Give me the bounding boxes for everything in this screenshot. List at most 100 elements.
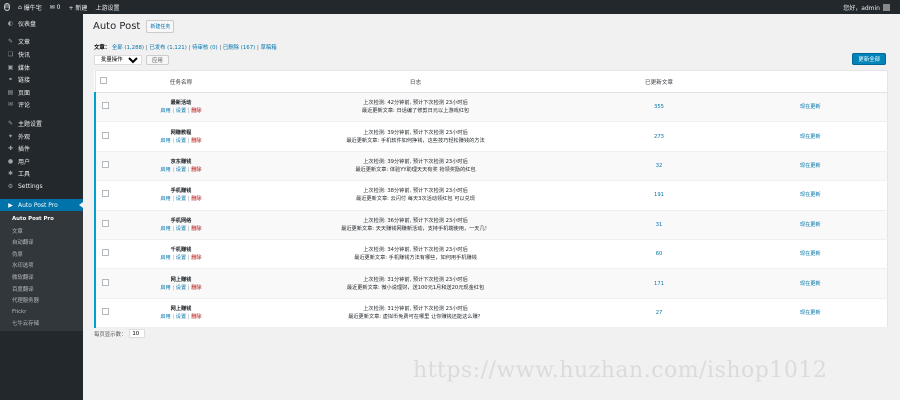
apply-button[interactable]: 应用 [146, 55, 169, 65]
submenu-item[interactable]: Auto Post Pro [0, 213, 83, 225]
update-all-button[interactable]: 更新全部 [852, 53, 886, 65]
submenu-item[interactable]: 文章 [0, 225, 83, 237]
menu-item-media[interactable]: ▣ 媒体 [0, 61, 83, 74]
menu-item-tools[interactable]: ✱ 工具 [0, 168, 83, 181]
row-checkbox[interactable] [102, 278, 109, 286]
post-count[interactable]: 273 [654, 134, 664, 140]
submenu-item[interactable]: 水印选项 [0, 260, 83, 272]
new-content-link[interactable]: + 新建 [65, 0, 92, 14]
submenu-item[interactable]: Flickr [0, 306, 83, 318]
delete-link[interactable]: 删除 [191, 255, 201, 261]
row-checkbox[interactable] [102, 219, 109, 227]
submenu-item[interactable]: 微软翻译 [0, 271, 83, 283]
settings-link[interactable]: 设置 [176, 108, 186, 114]
post-count[interactable]: 191 [654, 192, 664, 198]
menu-item-users[interactable]: ● 用户 [0, 155, 83, 168]
update-now-link[interactable]: 现在更新 [800, 163, 821, 169]
wordpress-logo-icon[interactable]: W [0, 0, 14, 14]
delete-link[interactable]: 删除 [191, 314, 201, 320]
settings-link[interactable]: 设置 [176, 314, 186, 320]
filter-all[interactable]: 全部 (1,288) [112, 45, 144, 51]
task-name[interactable]: 手机网络 [115, 217, 247, 225]
task-name[interactable]: 京东赚钱 [115, 158, 247, 166]
log-latest-post[interactable]: 最近更新文章: 虚拟币免费可在哪里 让你赚钱还能这么赚？ [247, 313, 584, 321]
settings-link[interactable]: 设置 [176, 226, 186, 232]
menu-item-news[interactable]: ❏ 快讯 [0, 48, 83, 61]
plugin-settings-link[interactable]: 上游设置 [91, 0, 123, 14]
enable-link[interactable]: 启用 [160, 226, 170, 232]
delete-link[interactable]: 删除 [191, 226, 201, 232]
row-checkbox[interactable] [102, 307, 109, 315]
row-checkbox[interactable] [102, 102, 109, 110]
row-checkbox[interactable] [102, 160, 109, 168]
delete-link[interactable]: 删除 [191, 285, 201, 291]
task-name[interactable]: 千机赚钱 [115, 246, 247, 254]
delete-link[interactable]: 删除 [191, 108, 201, 114]
add-new-task-button[interactable]: 新建任务 [146, 20, 175, 33]
enable-link[interactable]: 启用 [160, 314, 170, 320]
submenu-item[interactable]: 自动翻译 [0, 237, 83, 249]
delete-link[interactable]: 删除 [191, 138, 201, 144]
menu-item-auto-post-pro[interactable]: ▶ Auto Post Pro [0, 198, 83, 212]
post-count[interactable]: 32 [656, 163, 663, 169]
enable-link[interactable]: 启用 [160, 196, 170, 202]
update-now-link[interactable]: 现在更新 [800, 310, 821, 316]
comments-link[interactable]: ✉ 0 [46, 0, 65, 14]
menu-item-dashboard[interactable]: ◐ 仪表盘 [0, 17, 83, 30]
post-count[interactable]: 60 [656, 251, 663, 257]
menu-item-posts[interactable]: ✎ 文章 [0, 36, 83, 49]
bulk-action-select[interactable]: 批量操作 [94, 55, 142, 65]
post-count[interactable]: 355 [654, 104, 664, 110]
menu-item-links[interactable]: ⚭ 链接 [0, 73, 83, 86]
select-all-checkbox[interactable] [99, 77, 107, 84]
enable-link[interactable]: 启用 [160, 285, 170, 291]
settings-link[interactable]: 设置 [176, 285, 186, 291]
menu-item-appearance[interactable]: ✦ 外观 [0, 130, 83, 143]
log-latest-post[interactable]: 最近更新文章: 手机软件如何挣钱，这些技巧轻松赚钱的方法 [247, 137, 584, 145]
task-name[interactable]: 网赚教程 [115, 129, 247, 137]
update-now-link[interactable]: 现在更新 [800, 104, 821, 110]
submenu-item[interactable]: 伪原 [0, 248, 83, 260]
post-count[interactable]: 31 [656, 222, 663, 228]
post-count[interactable]: 27 [656, 310, 663, 316]
post-count[interactable]: 171 [654, 281, 664, 287]
enable-link[interactable]: 启用 [160, 138, 170, 144]
column-header-name[interactable]: 任务名称 [115, 70, 247, 93]
update-now-link[interactable]: 现在更新 [800, 192, 821, 198]
menu-item-settings[interactable]: ⚙ Settings [0, 180, 83, 193]
settings-link[interactable]: 设置 [176, 138, 186, 144]
submenu-item[interactable]: 代理服务器 [0, 294, 83, 306]
log-latest-post[interactable]: 最近更新文章: 天天赚钱网赚新活动，支持手机端使用，一天几！ [247, 225, 584, 233]
settings-link[interactable]: 设置 [176, 196, 186, 202]
filter-pending[interactable]: 待审核 (0) [192, 45, 218, 51]
menu-item-comments[interactable]: ✉ 评论 [0, 99, 83, 112]
filter-drafts[interactable]: 草稿箱 [261, 45, 277, 51]
log-latest-post[interactable]: 最近更新文章: 微小说理财，送100元1月和送20元现金红包 [247, 284, 584, 292]
menu-item-pages[interactable]: ▤ 页面 [0, 86, 83, 99]
task-name[interactable]: 网上赚钱 [115, 276, 247, 284]
task-name[interactable]: 最新活动 [115, 99, 247, 107]
update-now-link[interactable]: 现在更新 [800, 281, 821, 287]
menu-item-plugins[interactable]: ✚ 插件 [0, 142, 83, 155]
per-page-input[interactable] [129, 329, 146, 338]
log-latest-post[interactable]: 最近更新文章: 云闪付 每天3次活动领红包 可以兑现 [247, 195, 584, 203]
submenu-item[interactable]: 七牛云存储 [0, 318, 83, 330]
update-now-link[interactable]: 现在更新 [800, 222, 821, 228]
settings-link[interactable]: 设置 [176, 255, 186, 261]
filter-trash[interactable]: 已删除 (167) [223, 45, 255, 51]
log-latest-post[interactable]: 最近更新文章: 手机赚钱方法有哪些，如何用手机赚钱 [247, 254, 584, 262]
row-checkbox[interactable] [102, 249, 109, 257]
delete-link[interactable]: 删除 [191, 167, 201, 173]
user-account-link[interactable]: 您好，admin [839, 0, 894, 14]
row-checkbox[interactable] [102, 131, 109, 139]
settings-link[interactable]: 设置 [176, 167, 186, 173]
row-checkbox[interactable] [102, 190, 109, 198]
update-now-link[interactable]: 现在更新 [800, 251, 821, 257]
menu-item-theme-settings[interactable]: ✎ 主题设置 [0, 117, 83, 130]
enable-link[interactable]: 启用 [160, 167, 170, 173]
enable-link[interactable]: 启用 [160, 108, 170, 114]
delete-link[interactable]: 删除 [191, 196, 201, 202]
update-now-link[interactable]: 现在更新 [800, 134, 821, 140]
log-latest-post[interactable]: 最近更新文章: 体验YY助理天天有奖 抢领奖励的红包 [247, 166, 584, 174]
site-name-link[interactable]: ⌂ 爆牛宅 [14, 0, 46, 14]
